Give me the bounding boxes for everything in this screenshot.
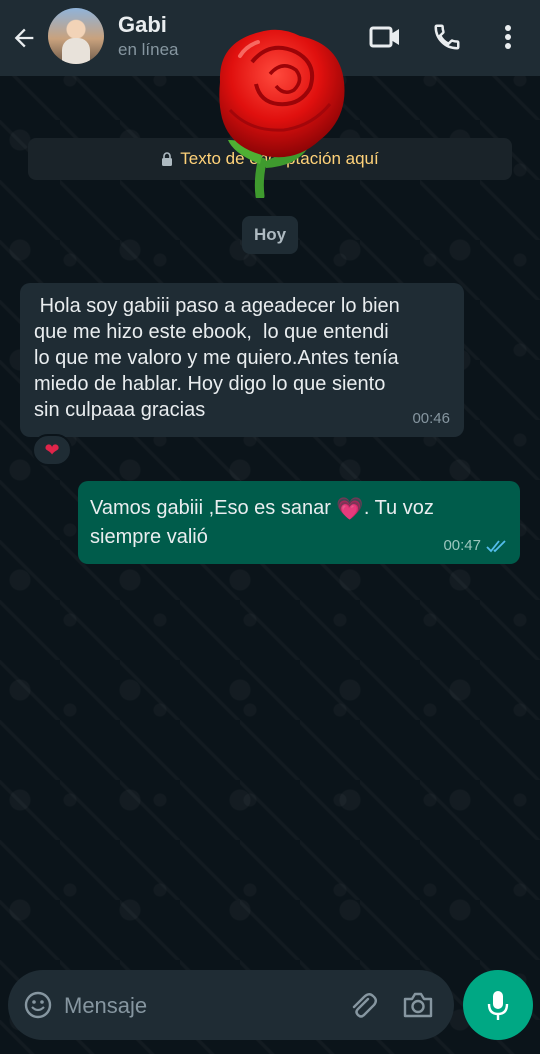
incoming-message[interactable]: Hola soy gabiii paso a ageadecer lo bien… — [20, 283, 464, 437]
reaction-heart-icon: ❤ — [44, 439, 60, 460]
mic-button[interactable] — [463, 970, 533, 1040]
double-check-read-icon — [486, 539, 506, 552]
heart-reaction[interactable]: ❤ — [32, 434, 72, 466]
outgoing-message[interactable]: Vamos gabiii ,Eso es sanar 💗. Tu voz sie… — [78, 481, 520, 564]
message-text: Hola soy gabiii paso a ageadecer lo bien… — [34, 295, 400, 421]
more-options-icon[interactable] — [496, 22, 520, 52]
pink-heart-emoji: 💗 — [336, 496, 364, 521]
message-text-part: Vamos gabiii ,Eso es sanar — [90, 497, 337, 519]
date-separator: Hoy — [242, 216, 298, 254]
message-composer — [8, 970, 454, 1040]
contact-name[interactable]: Gabi — [118, 12, 167, 38]
message-meta: 00:47 — [443, 537, 508, 554]
lock-icon — [162, 152, 173, 166]
emoji-icon[interactable] — [24, 991, 52, 1019]
mic-icon — [487, 991, 509, 1020]
attach-icon[interactable] — [348, 991, 378, 1021]
message-input[interactable] — [62, 987, 336, 1025]
phone-icon[interactable] — [431, 22, 463, 52]
message-time: 00:46 — [412, 410, 450, 427]
rose-sticker — [219, 29, 345, 198]
video-call-icon[interactable] — [368, 22, 402, 52]
contact-status: en línea — [118, 40, 179, 59]
avatar[interactable] — [48, 8, 104, 64]
back-arrow-icon[interactable] — [10, 24, 38, 52]
message-time: 00:47 — [443, 537, 481, 554]
camera-icon[interactable] — [402, 991, 434, 1019]
